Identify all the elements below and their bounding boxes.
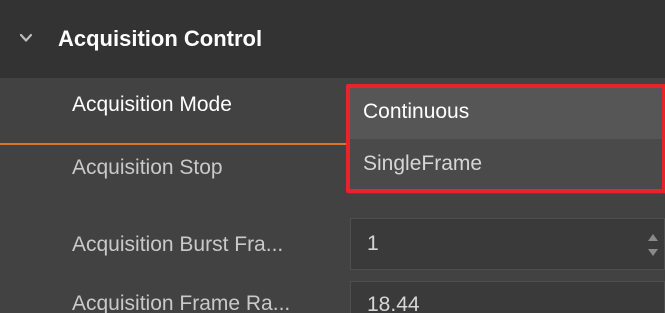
chevron-down-icon[interactable] (18, 30, 34, 46)
dropdown-option-label: Continuous (363, 100, 470, 123)
dropdown-option-singleframe[interactable]: SingleFrame (348, 139, 665, 193)
section-header-acquisition-control[interactable]: Acquisition Control (0, 0, 665, 78)
frame-rate-value: 18.44 (367, 293, 420, 313)
property-label-acquisition-stop: Acquisition Stop (72, 156, 223, 179)
dropdown-option-label: SingleFrame (363, 152, 483, 175)
burst-frame-count-input[interactable]: 1 (350, 218, 665, 270)
property-label-acquisition-mode: Acquisition Mode (72, 93, 232, 116)
property-panel: Acquisition Control Acquisition Mode Acq… (0, 0, 665, 313)
frame-rate-input[interactable]: 18.44 (350, 281, 665, 313)
dropdown-option-continuous[interactable]: Continuous (348, 85, 665, 139)
triangle-down-icon[interactable] (646, 247, 660, 259)
burst-frame-count-value: 1 (367, 232, 379, 255)
section-title: Acquisition Control (58, 26, 263, 51)
acquisition-mode-dropdown-list[interactable]: Continuous SingleFrame (348, 85, 665, 194)
property-label-acquisition-frame-rate: Acquisition Frame Ra... (72, 292, 291, 313)
triangle-up-icon[interactable] (646, 231, 660, 243)
property-label-acquisition-burst-frame: Acquisition Burst Fra... (72, 233, 284, 256)
